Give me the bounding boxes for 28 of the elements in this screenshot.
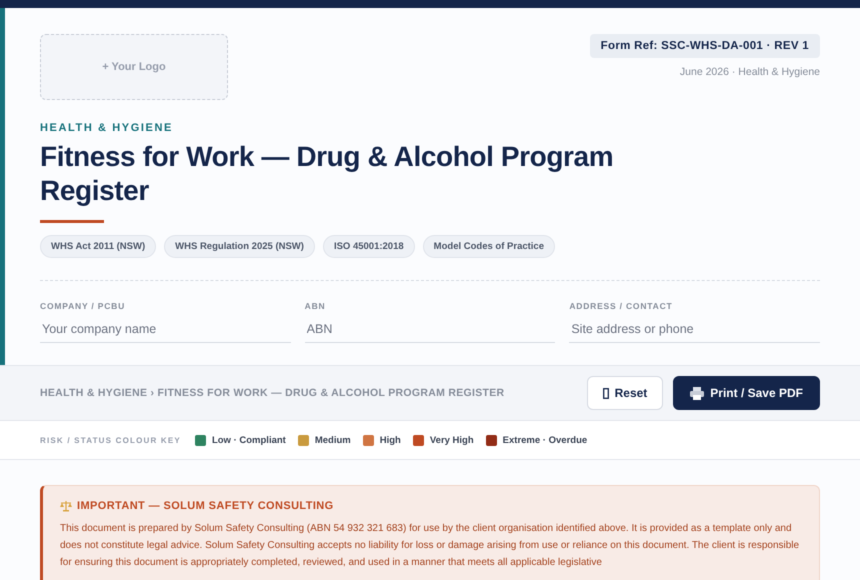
colour-key-label: High	[380, 434, 401, 446]
form-date: June 2026 · Health & Hygiene	[680, 66, 820, 78]
box-icon	[602, 388, 609, 398]
input-field[interactable]: Your company name	[40, 319, 291, 343]
breadcrumb: HEALTH & HYGIENE › FITNESS FOR WORK — DRUG & ALCOHOL PROGRAM REGISTER	[40, 387, 504, 399]
input-field[interactable]: Site address or phone	[569, 319, 820, 343]
reset-button[interactable]: Reset	[586, 376, 664, 410]
form-reference: Form Ref: SSC-WHS-DA-001 · REV 1	[590, 34, 820, 58]
printer-icon	[690, 386, 704, 400]
input-field[interactable]: ABN	[304, 319, 556, 343]
colour-key-title: RISK / STATUS COLOUR KEY	[40, 436, 181, 444]
standard-tag: ISO 45001:2018	[322, 235, 415, 258]
scales-icon	[60, 500, 72, 512]
page-title: Fitness for Work — Drug & Alcohol Program Register	[40, 140, 614, 208]
colour-key-label: Very High	[430, 434, 474, 446]
print-button[interactable]: Print / Save PDF	[673, 376, 820, 410]
colour-key-label: Extreme · Overdue	[502, 434, 588, 446]
standard-tag: WHS Regulation 2025 (NSW)	[164, 235, 315, 258]
colour-key-label: Medium	[314, 434, 351, 446]
standard-tag: Model Codes of Practice	[422, 235, 556, 258]
notice-text: This document is prepared by Solum Safety Consulting (ABN 54 932 321 683) for use by the client organisation identified above. It is provided as a template only and does not constitute legal advice. Solum Safety Consulting accepts no liability for loss or damage arising from use or reliance on this document. The client is responsible for ensuring this document is appropriately completed, reviewed, and used in a manner that meets all applicable legislative	[60, 522, 800, 570]
category-label: HEALTH & HYGIENE	[40, 122, 174, 134]
field-label: ADDRESS / CONTACT	[569, 301, 674, 311]
field-label: COMPANY / PCBU	[40, 301, 126, 311]
notice-title: IMPORTANT — SOLUM SAFETY CONSULTING	[77, 500, 334, 512]
field-label: ABN	[304, 301, 326, 311]
standard-tag: WHS Act 2011 (NSW)	[40, 235, 156, 258]
colour-key-label: Low · Compliant	[212, 434, 286, 446]
